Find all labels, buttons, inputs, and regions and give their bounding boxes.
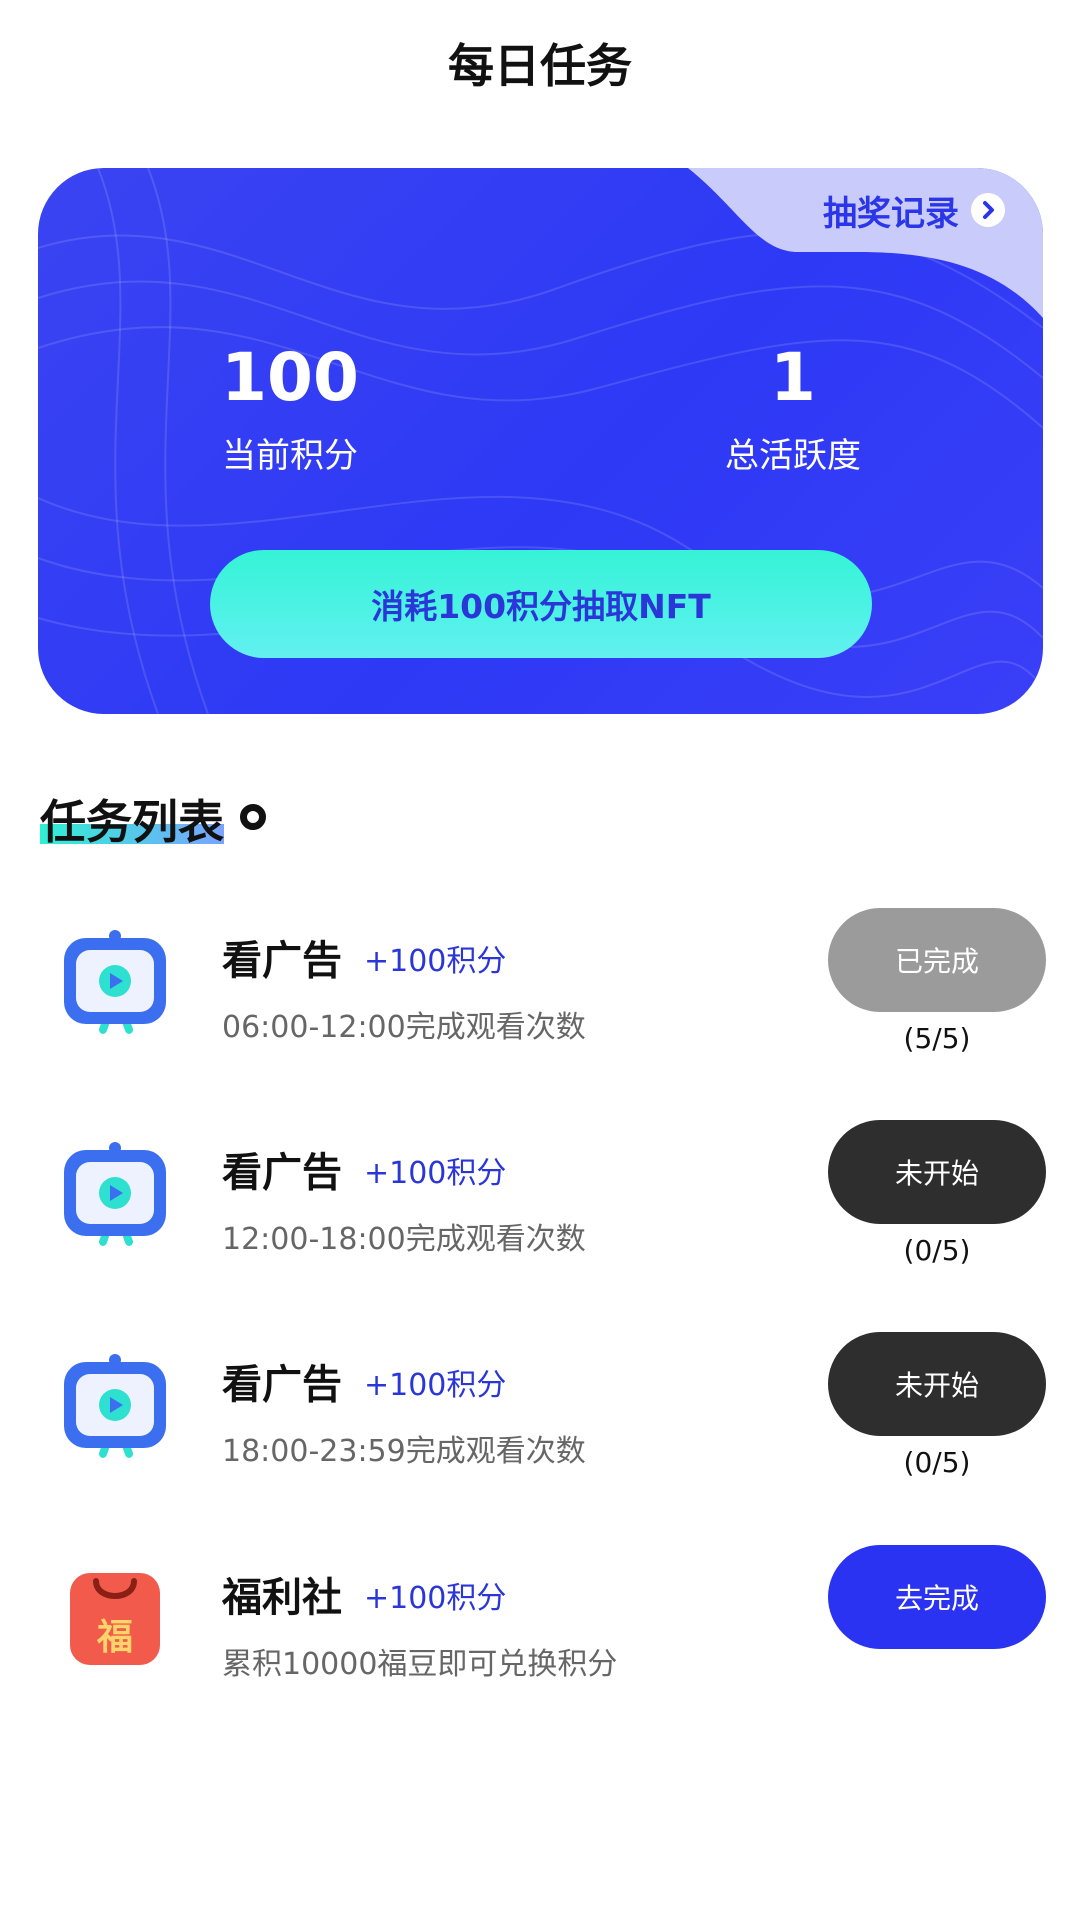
task-name: 看广告 [222,1362,342,1408]
tv-play-icon [60,1352,170,1462]
task-description: 06:00-12:00完成观看次数 [222,1010,586,1045]
task-points: +100积分 [364,944,507,979]
task-row: 看广告 +100积分 12:00-18:00完成观看次数 未开始 (0/5) [0,1120,1080,1290]
task-row: 看广告 +100积分 18:00-23:59完成观看次数 未开始 (0/5) [0,1332,1080,1502]
task-status-button-not-started[interactable]: 未开始 [828,1332,1046,1436]
task-name: 看广告 [222,938,342,984]
total-activity-value: 1 [770,339,816,416]
ring-dot-icon [240,804,266,830]
current-points-value: 100 [221,339,359,416]
tv-play-icon [60,928,170,1038]
lottery-record-link[interactable]: 抽奖记录 [713,168,1043,252]
points-card: 抽奖记录 100 当前积分 1 总活跃度 消耗100积分抽取NFT [38,168,1043,714]
task-status-button-not-started[interactable]: 未开始 [828,1120,1046,1224]
task-progress: (5/5) [903,1022,971,1055]
task-points: +100积分 [364,1581,507,1616]
draw-nft-button[interactable]: 消耗100积分抽取NFT [210,550,872,658]
task-name: 福利社 [222,1575,342,1621]
task-list-header: 任务列表 [40,786,224,849]
task-name: 看广告 [222,1150,342,1196]
task-go-complete-button[interactable]: 去完成 [828,1545,1046,1649]
task-progress: (0/5) [903,1446,971,1479]
current-points-label: 当前积分 [222,436,358,476]
total-activity: 1 总活跃度 [643,338,943,477]
total-activity-label: 总活跃度 [725,436,861,476]
task-row: 看广告 +100积分 06:00-12:00完成观看次数 已完成 (5/5) [0,908,1080,1078]
task-points: +100积分 [364,1156,507,1191]
task-description: 累积10000福豆即可兑换积分 [222,1647,618,1682]
lottery-record-label: 抽奖记录 [823,193,959,234]
task-points: +100积分 [364,1368,507,1403]
task-status-button-completed[interactable]: 已完成 [828,908,1046,1012]
task-progress: (0/5) [903,1234,971,1267]
chevron-right-icon [971,193,1005,227]
svg-text:福: 福 [96,1616,133,1658]
task-description: 12:00-18:00完成观看次数 [222,1222,586,1257]
tv-play-icon [60,1140,170,1250]
task-row: 福 福利社 +100积分 累积10000福豆即可兑换积分 去完成 [0,1545,1080,1715]
task-list-title: 任务列表 [40,795,224,849]
task-description: 18:00-23:59完成观看次数 [222,1434,586,1469]
current-points: 100 当前积分 [140,338,440,477]
page-title: 每日任务 [448,39,632,93]
fu-bag-icon: 福 [60,1565,170,1675]
